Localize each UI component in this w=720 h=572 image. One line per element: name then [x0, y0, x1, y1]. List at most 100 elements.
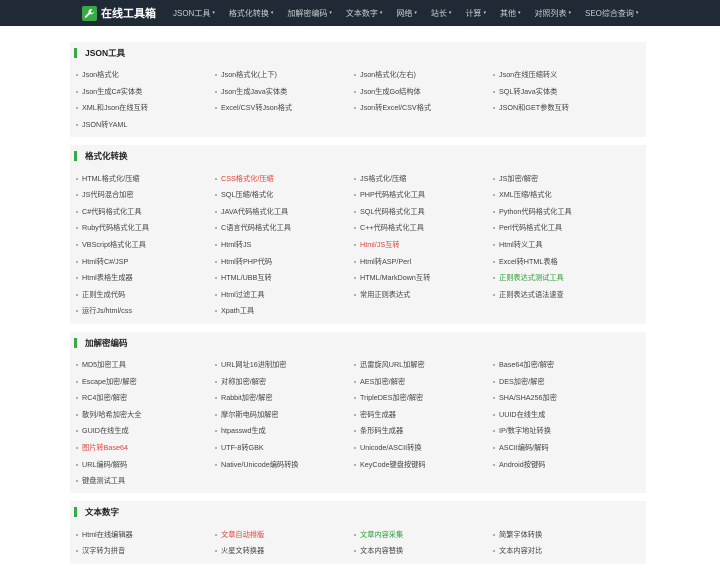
tool-link[interactable]: DES加密/解密 [493, 373, 632, 390]
nav-item-1[interactable]: JSON工具 ▾ [166, 0, 222, 26]
tool-link[interactable]: Json格式化 [76, 67, 215, 84]
tool-grid: HTML格式化/压缩 CSS格式化/压缩 JS格式化/压缩 JS加密/解密 JS代码混合… [70, 170, 646, 319]
nav-item-10[interactable]: SEO综合查询 ▾ [578, 0, 645, 26]
tool-link[interactable]: ASCII编码/解码 [493, 440, 632, 457]
brand[interactable]: 在线工具箱 [82, 5, 156, 21]
tool-link[interactable]: CSS格式化/压缩 [215, 170, 354, 187]
tool-link[interactable]: Rabbit加密/解密 [215, 390, 354, 407]
tool-link[interactable]: Escape加密/解密 [76, 373, 215, 390]
tool-link[interactable]: RC4加密/解密 [76, 390, 215, 407]
tool-link[interactable]: 文本内容替换 [354, 543, 493, 560]
tool-link[interactable]: SHA/SHA256加密 [493, 390, 632, 407]
tool-link[interactable]: Json格式化(左右) [354, 67, 493, 84]
tool-link[interactable]: 文本内容对比 [493, 543, 632, 560]
tool-link[interactable]: JSON转YAML [76, 117, 215, 134]
tool-link[interactable]: Html转ASP/Perl [354, 253, 493, 270]
tool-link[interactable]: 密码生成器 [354, 407, 493, 424]
tool-link[interactable]: Json生成C#实体类 [76, 84, 215, 101]
tool-link[interactable]: TripleDES加密/解密 [354, 390, 493, 407]
tool-link[interactable]: 正则表达式语法速查 [493, 287, 632, 304]
tool-link[interactable]: KeyCode键盘按键码 [354, 456, 493, 473]
tool-link[interactable]: JSON和GET参数互转 [493, 100, 632, 117]
tool-link[interactable]: Xpath工具 [215, 303, 354, 320]
tool-link[interactable]: Excel转HTML表格 [493, 253, 632, 270]
bullet-icon [493, 397, 495, 400]
tool-link[interactable]: Html转JS [215, 237, 354, 254]
nav-item-3[interactable]: 加解密编码 ▾ [280, 0, 339, 26]
tool-link[interactable]: UUID在线生成 [493, 407, 632, 424]
tool-link[interactable]: 对称加密/解密 [215, 373, 354, 390]
tool-link-label: URL编码/解码 [82, 459, 128, 469]
tool-link[interactable]: 键盘测试工具 [76, 473, 215, 490]
tool-link[interactable]: C语言代码格式化工具 [215, 220, 354, 237]
tool-link[interactable]: 文章自动排版 [215, 526, 354, 543]
tool-link[interactable]: Base64加密/解密 [493, 357, 632, 374]
tool-link[interactable]: HTML格式化/压缩 [76, 170, 215, 187]
tool-link[interactable]: 散列/哈希加密大全 [76, 407, 215, 424]
tool-link[interactable]: 常用正则表达式 [354, 287, 493, 304]
tool-link[interactable]: Ruby代码格式化工具 [76, 220, 215, 237]
tool-link[interactable]: MD5加密工具 [76, 357, 215, 374]
tool-link[interactable]: 火星文转换器 [215, 543, 354, 560]
tool-link[interactable]: Html转义工具 [493, 237, 632, 254]
tool-link[interactable]: Python代码格式化工具 [493, 204, 632, 221]
tool-link[interactable]: Json转Excel/CSV格式 [354, 100, 493, 117]
tool-link[interactable]: Perl代码格式化工具 [493, 220, 632, 237]
tool-link[interactable]: XML压缩/格式化 [493, 187, 632, 204]
tool-link[interactable]: URL编码/解码 [76, 456, 215, 473]
tool-link[interactable]: Native/Unicode编码转换 [215, 456, 354, 473]
tool-link-label: Xpath工具 [221, 306, 255, 316]
tool-link[interactable]: SQL代码格式化工具 [354, 204, 493, 221]
tool-link[interactable]: VBScript格式化工具 [76, 237, 215, 254]
tool-link[interactable]: Json生成Go结构体 [354, 84, 493, 101]
tool-link[interactable]: JAVA代码格式化工具 [215, 204, 354, 221]
tool-link[interactable]: SQL转Java实体类 [493, 84, 632, 101]
tool-link[interactable]: Json在线压缩转义 [493, 67, 632, 84]
nav-item-6[interactable]: 站长 ▾ [424, 0, 459, 26]
nav-item-8[interactable]: 其他 ▾ [493, 0, 528, 26]
tool-link[interactable]: JS代码混合加密 [76, 187, 215, 204]
tool-link[interactable]: 正则表达式测试工具 [493, 270, 632, 287]
nav-item-9[interactable]: 对照列表 ▾ [527, 0, 578, 26]
tool-link[interactable]: Android按键码 [493, 456, 632, 473]
tool-link[interactable]: PHP代码格式化工具 [354, 187, 493, 204]
nav-item-2[interactable]: 格式化转换 ▾ [222, 0, 281, 26]
tool-section: 文本数字 Html在线编辑器 文章自动排版 文章内容采集 简繁字体转换 汉字转为拼音 火星文… [70, 501, 646, 564]
tool-link[interactable]: 运行Js/html/css [76, 303, 215, 320]
tool-link[interactable]: IP/数字地址转换 [493, 423, 632, 440]
tool-link[interactable]: 图片转Base64 [76, 440, 215, 457]
tool-link[interactable]: 摩尔斯电码加解密 [215, 407, 354, 424]
tool-link[interactable]: XML和Json在线互转 [76, 100, 215, 117]
nav-item-4[interactable]: 文本数字 ▾ [339, 0, 390, 26]
tool-link[interactable]: Unicode/ASCII转换 [354, 440, 493, 457]
nav-item-7[interactable]: 计算 ▾ [458, 0, 493, 26]
tool-link[interactable]: htpasswd生成 [215, 423, 354, 440]
tool-link[interactable]: 文章内容采集 [354, 526, 493, 543]
tool-link[interactable]: C++代码格式化工具 [354, 220, 493, 237]
tool-link[interactable]: UTF-8转GBK [215, 440, 354, 457]
tool-link[interactable]: HTML/MarkDown互转 [354, 270, 493, 287]
nav-item-5[interactable]: 网络 ▾ [389, 0, 424, 26]
tool-link[interactable]: 简繁字体转换 [493, 526, 632, 543]
tool-link[interactable]: SQL压缩/格式化 [215, 187, 354, 204]
tool-link[interactable]: Html转PHP代码 [215, 253, 354, 270]
tool-link[interactable]: AES加密/解密 [354, 373, 493, 390]
tool-link[interactable]: C#代码格式化工具 [76, 204, 215, 221]
tool-link[interactable]: 正则生成代码 [76, 287, 215, 304]
tool-link[interactable]: Html表格生成器 [76, 270, 215, 287]
tool-link[interactable]: 条形码生成器 [354, 423, 493, 440]
tool-link[interactable]: 汉字转为拼音 [76, 543, 215, 560]
tool-link[interactable]: Excel/CSV转Json格式 [215, 100, 354, 117]
tool-link[interactable]: Json生成Java实体类 [215, 84, 354, 101]
tool-link[interactable]: URL网址16进制加密 [215, 357, 354, 374]
tool-link[interactable]: JS格式化/压缩 [354, 170, 493, 187]
tool-link[interactable]: Html/JS互转 [354, 237, 493, 254]
tool-link[interactable]: GUID在线生成 [76, 423, 215, 440]
tool-link[interactable]: Html过滤工具 [215, 287, 354, 304]
tool-link[interactable]: JS加密/解密 [493, 170, 632, 187]
tool-link[interactable]: Html转C#/JSP [76, 253, 215, 270]
tool-link[interactable]: Json格式化(上下) [215, 67, 354, 84]
tool-link[interactable]: HTML/UBB互转 [215, 270, 354, 287]
tool-link[interactable]: Html在线编辑器 [76, 526, 215, 543]
tool-link[interactable]: 迅雷旋风URL加解密 [354, 357, 493, 374]
